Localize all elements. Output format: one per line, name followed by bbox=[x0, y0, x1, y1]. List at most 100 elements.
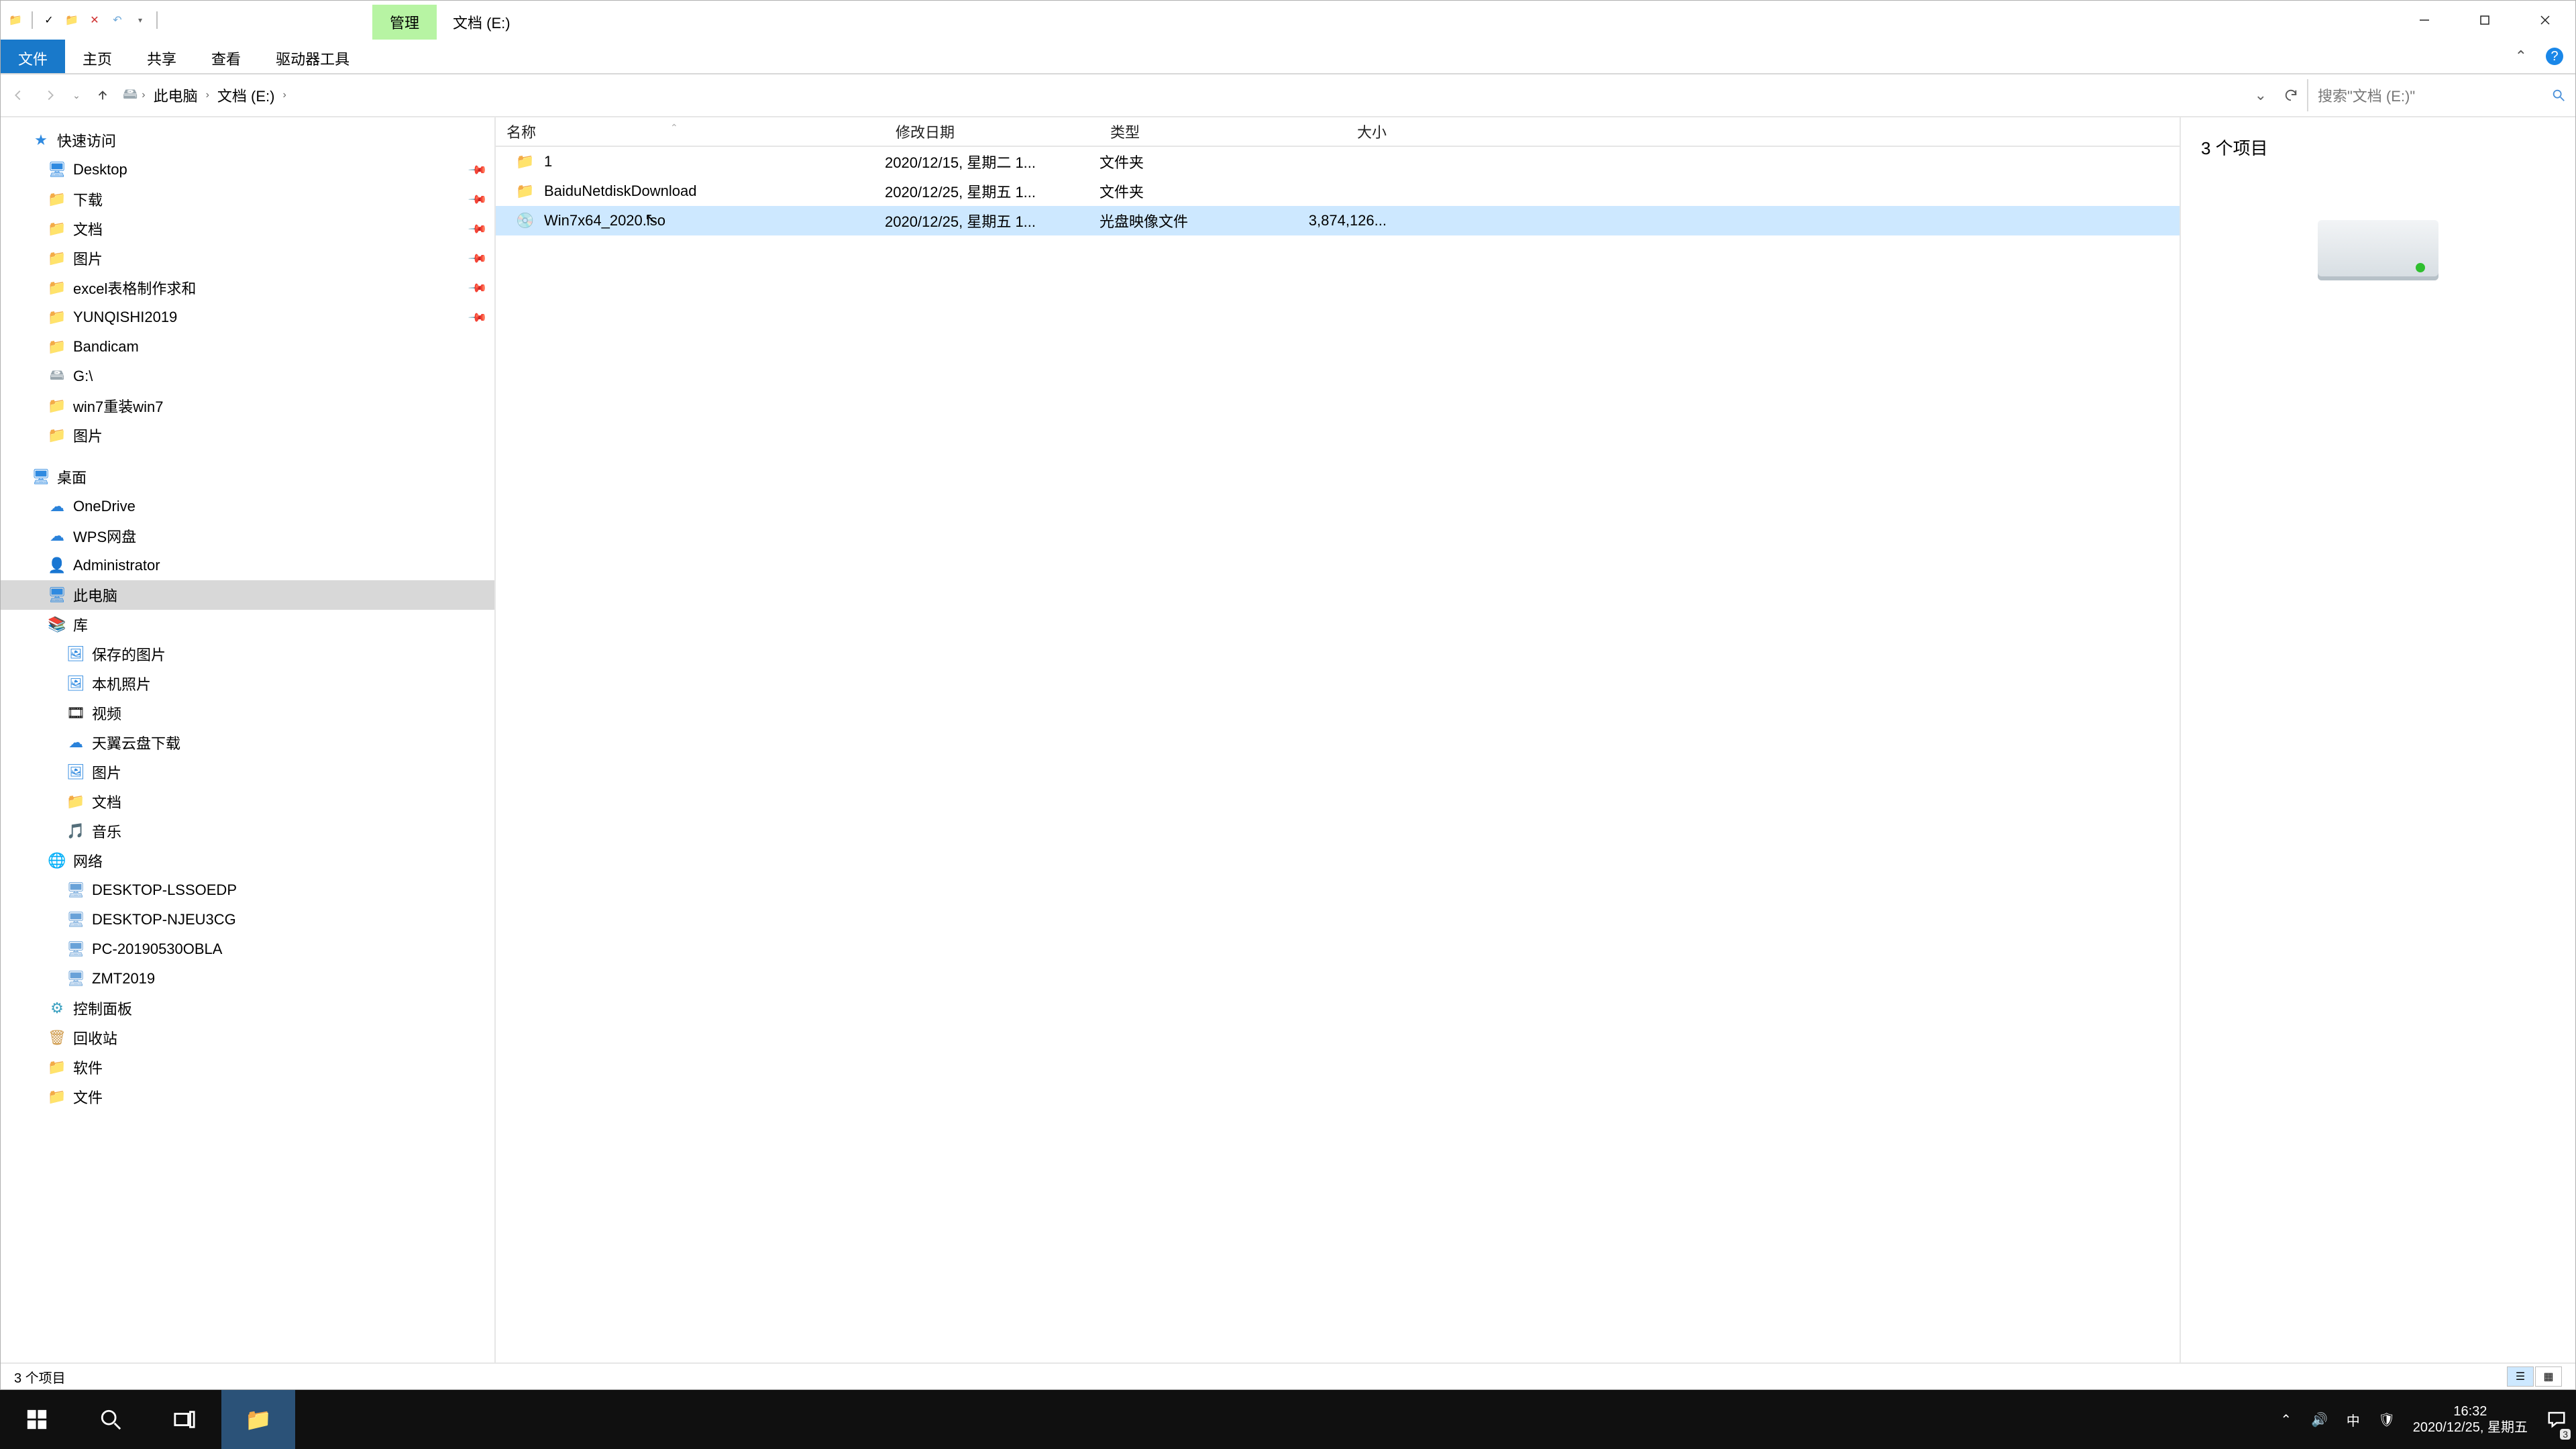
sidebar-item-desktop[interactable]: 🖥Desktop📌 bbox=[1, 155, 494, 184]
label: DESKTOP-NJEU3CG bbox=[92, 911, 236, 928]
sidebar-recycle[interactable]: 🗑回收站 bbox=[1, 1023, 494, 1053]
drive-tools-tab[interactable]: 驱动器工具 bbox=[258, 40, 367, 73]
delete-icon[interactable]: ✕ bbox=[85, 11, 104, 30]
sidebar-quick-access[interactable]: ★快速访问 bbox=[1, 125, 494, 155]
sidebar-item-yunqishi[interactable]: 📁YUNQISHI2019📌 bbox=[1, 303, 494, 332]
table-row[interactable]: 📁BaiduNetdiskDownload2020/12/25, 星期五 1..… bbox=[496, 176, 2180, 206]
sidebar-desktop2[interactable]: 🖥桌面 bbox=[1, 462, 494, 492]
new-folder-icon[interactable]: 📁 bbox=[62, 11, 81, 30]
breadcrumb-drive[interactable]: 文档 (E:) bbox=[213, 82, 279, 109]
maximize-button[interactable] bbox=[2455, 1, 2515, 40]
sidebar-pc1[interactable]: 🖥DESKTOP-LSSOEDP bbox=[1, 875, 494, 905]
label: Administrator bbox=[73, 557, 160, 574]
sidebar-onedrive[interactable]: ☁OneDrive bbox=[1, 492, 494, 521]
sidebar-files[interactable]: 📁文件 bbox=[1, 1082, 494, 1112]
sidebar-pic3[interactable]: 🖼图片 bbox=[1, 757, 494, 787]
up-button[interactable] bbox=[88, 80, 117, 110]
sidebar-tianyi[interactable]: ☁天翼云盘下载 bbox=[1, 728, 494, 757]
ime-indicator[interactable]: 中 bbox=[2337, 1390, 2370, 1449]
label: 本机照片 bbox=[92, 673, 151, 694]
search-icon[interactable] bbox=[2551, 88, 2566, 103]
chevron-right-icon[interactable]: › bbox=[206, 89, 209, 101]
navigation-pane[interactable]: ★快速访问 🖥Desktop📌 📁下载📌 📁文档📌 📁图片📌 📁excel表格制… bbox=[1, 117, 496, 1362]
label: Desktop bbox=[73, 161, 127, 178]
ribbon-chevron-icon[interactable]: ⌃ bbox=[2515, 48, 2527, 65]
sidebar-admin[interactable]: 👤Administrator bbox=[1, 551, 494, 580]
undo-icon[interactable]: ↶ bbox=[108, 11, 127, 30]
manage-tab[interactable]: 管理 bbox=[372, 5, 437, 40]
sidebar-soft[interactable]: 📁软件 bbox=[1, 1053, 494, 1082]
column-headers[interactable]: 名称⌃ 修改日期 类型 大小 bbox=[496, 117, 2180, 147]
sidebar-item-bandicam[interactable]: 📁Bandicam bbox=[1, 332, 494, 362]
sidebar-item-excel[interactable]: 📁excel表格制作求和📌 bbox=[1, 273, 494, 303]
address-dropdown-icon[interactable]: ⌄ bbox=[2247, 87, 2275, 104]
details-view-button[interactable]: ☰ bbox=[2507, 1366, 2534, 1387]
sidebar-controlpanel[interactable]: ⚙控制面板 bbox=[1, 994, 494, 1023]
taskview-button[interactable] bbox=[148, 1390, 221, 1449]
start-button[interactable] bbox=[0, 1390, 74, 1449]
back-button[interactable] bbox=[3, 80, 33, 110]
col-type[interactable]: 类型 bbox=[1099, 121, 1278, 142]
preview-count: 3 个项目 bbox=[2201, 135, 2555, 160]
sidebar-item-pictures2[interactable]: 📁图片 bbox=[1, 421, 494, 450]
sidebar-doc2[interactable]: 📁文档 bbox=[1, 787, 494, 816]
security-icon[interactable]: 🛡 bbox=[2370, 1390, 2404, 1449]
explorer-taskbar-button[interactable]: 📁 bbox=[221, 1390, 295, 1449]
sidebar-pc2[interactable]: 🖥DESKTOP-NJEU3CG bbox=[1, 905, 494, 934]
clock[interactable]: 16:32 2020/12/25, 星期五 bbox=[2404, 1403, 2537, 1436]
col-date[interactable]: 修改日期 bbox=[885, 121, 1099, 142]
sidebar-pc3[interactable]: 🖥PC-20190530OBLA bbox=[1, 934, 494, 964]
table-row[interactable]: 💿Win7x64_2020.iso2020/12/25, 星期五 1...光盘映… bbox=[496, 206, 2180, 235]
chevron-right-icon[interactable]: › bbox=[282, 89, 286, 101]
forward-button[interactable] bbox=[36, 80, 65, 110]
sidebar-item-win7[interactable]: 📁win7重装win7 bbox=[1, 391, 494, 421]
file-list[interactable]: 名称⌃ 修改日期 类型 大小 📁12020/12/15, 星期二 1...文件夹… bbox=[496, 117, 2180, 1362]
refresh-button[interactable] bbox=[2275, 79, 2307, 111]
breadcrumb[interactable]: 🖴 › 此电脑 › 文档 (E:) › bbox=[123, 82, 286, 109]
sidebar-music[interactable]: 🎵音乐 bbox=[1, 816, 494, 846]
search-button[interactable] bbox=[74, 1390, 148, 1449]
qat-dropdown-icon[interactable]: ▾ bbox=[131, 11, 150, 30]
file-tab[interactable]: 文件 bbox=[1, 40, 65, 73]
minimize-button[interactable] bbox=[2394, 1, 2455, 40]
sidebar-network[interactable]: 🌐网络 bbox=[1, 846, 494, 875]
sidebar-thispc[interactable]: 🖥此电脑 bbox=[1, 580, 494, 610]
col-name[interactable]: 名称⌃ bbox=[496, 121, 885, 142]
label: 此电脑 bbox=[73, 584, 117, 606]
label: 软件 bbox=[73, 1057, 103, 1078]
folder-icon: 📁 bbox=[48, 1087, 66, 1106]
sidebar-localpics[interactable]: 🖼本机照片 bbox=[1, 669, 494, 698]
separator bbox=[156, 11, 158, 29]
sidebar-item-g[interactable]: 🖴G:\ bbox=[1, 362, 494, 391]
table-row[interactable]: 📁12020/12/15, 星期二 1...文件夹 bbox=[496, 147, 2180, 176]
thumbnails-view-button[interactable]: ▦ bbox=[2535, 1366, 2562, 1387]
home-tab[interactable]: 主页 bbox=[65, 40, 129, 73]
sidebar-wps[interactable]: ☁WPS网盘 bbox=[1, 521, 494, 551]
sidebar-savedpics[interactable]: 🖼保存的图片 bbox=[1, 639, 494, 669]
share-tab[interactable]: 共享 bbox=[129, 40, 194, 73]
sidebar-item-downloads[interactable]: 📁下载📌 bbox=[1, 184, 494, 214]
folder-icon: 📁 bbox=[516, 182, 535, 201]
view-tab[interactable]: 查看 bbox=[194, 40, 258, 73]
cloud-icon: ☁ bbox=[48, 497, 66, 516]
col-size[interactable]: 大小 bbox=[1278, 121, 1399, 142]
label: 下载 bbox=[73, 189, 103, 210]
label: 图片 bbox=[73, 248, 103, 269]
iso-icon: 💿 bbox=[516, 211, 535, 230]
sidebar-pc4[interactable]: 🖥ZMT2019 bbox=[1, 964, 494, 994]
tray-chevron-icon[interactable]: ⌃ bbox=[2269, 1390, 2303, 1449]
help-icon[interactable]: ? bbox=[2546, 48, 2563, 65]
sidebar-item-pictures[interactable]: 📁图片📌 bbox=[1, 244, 494, 273]
action-center-button[interactable]: 3 bbox=[2537, 1390, 2576, 1449]
search-input[interactable]: 搜索"文档 (E:)" bbox=[2307, 79, 2575, 111]
properties-icon[interactable]: ✓ bbox=[40, 11, 58, 30]
close-button[interactable] bbox=[2515, 1, 2575, 40]
chevron-right-icon[interactable]: › bbox=[142, 89, 145, 101]
sidebar-item-documents[interactable]: 📁文档📌 bbox=[1, 214, 494, 244]
breadcrumb-thispc[interactable]: 此电脑 bbox=[150, 82, 202, 109]
sidebar-video[interactable]: 🎞视频 bbox=[1, 698, 494, 728]
recent-dropdown-icon[interactable]: ⌄ bbox=[68, 80, 85, 110]
volume-icon[interactable]: 🔊 bbox=[2303, 1390, 2337, 1449]
taskbar[interactable]: 📁 ⌃ 🔊 中 🛡 16:32 2020/12/25, 星期五 3 bbox=[0, 1390, 2576, 1449]
sidebar-library[interactable]: 📚库 bbox=[1, 610, 494, 639]
